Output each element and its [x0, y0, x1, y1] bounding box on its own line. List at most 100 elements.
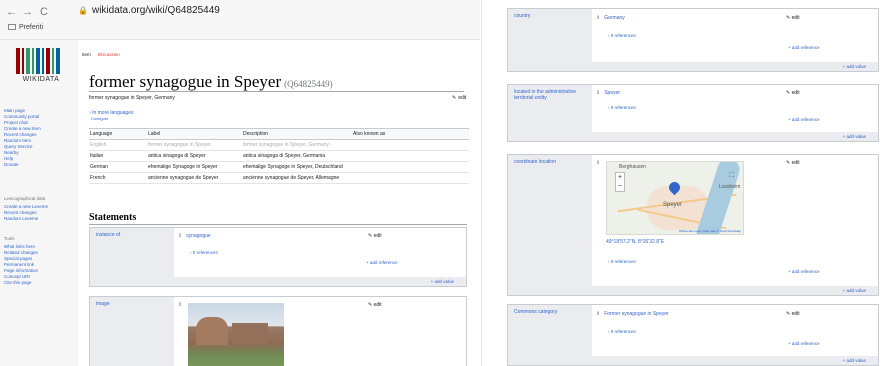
bookmarks-bar-item[interactable]: Preferiti [8, 24, 43, 31]
fullscreen-icon[interactable]: ⛶ [729, 172, 734, 180]
address-bar[interactable]: 🔒 wikidata.org/wiki/Q64825449 [78, 5, 220, 16]
edit-statement-link[interactable]: ✎ edit [786, 160, 800, 166]
value-link[interactable]: synagogue [186, 233, 210, 239]
page-title: former synagogue in Speyer (Q64825449) [89, 72, 333, 92]
back-button[interactable]: ← [6, 6, 17, 18]
edit-statement-link[interactable]: ✎ edit [368, 302, 382, 308]
edit-label: edit [791, 90, 800, 96]
references-toggle[interactable]: › 0 references [608, 105, 636, 110]
property-label[interactable]: instance of [90, 228, 174, 286]
sidebar-heading: Tools [4, 236, 15, 241]
screen-divider [481, 0, 482, 366]
references-toggle[interactable]: › 0 references [608, 259, 636, 264]
references-toggle[interactable]: › 0 references [608, 33, 636, 38]
item-id: (Q64825449) [284, 79, 333, 89]
property-label[interactable]: located in the administrative territoria… [508, 85, 592, 141]
page-title-text: former synagogue in Speyer [89, 72, 282, 91]
edit-statement-link[interactable]: ✎ edit [786, 15, 800, 21]
reload-button[interactable]: C [40, 6, 48, 18]
tab-item[interactable]: Item [82, 52, 91, 57]
edit-terms-link[interactable]: ✎ edit [452, 95, 466, 101]
value-link[interactable]: Speyer [604, 90, 620, 96]
forward-button[interactable]: → [22, 6, 33, 18]
sidebar-item[interactable]: Donate [4, 162, 76, 168]
wikidata-logo[interactable]: WIKIDATA [16, 48, 66, 83]
language-cell: Italian [89, 150, 147, 162]
table-row: English former synagogue in Speyer forme… [89, 139, 469, 151]
statement-value: ⇕ synagogue [178, 233, 211, 239]
sidebar-item[interactable]: Random Lexeme [4, 216, 76, 222]
statement-image: image ⇕ ✎ edit [89, 296, 467, 366]
column-header: Language [89, 128, 147, 140]
configure-link[interactable]: Configure [91, 116, 133, 122]
add-reference-link[interactable]: + add reference [788, 341, 820, 346]
item-description: former synagogue in Speyer, Germany [89, 95, 175, 101]
edit-label: edit [458, 95, 467, 101]
add-value-link[interactable]: + add value [592, 62, 878, 71]
map-zoom-control[interactable]: + − [615, 172, 625, 192]
bookmark-label: Preferiti [19, 24, 44, 31]
zoom-out-button[interactable]: − [616, 182, 624, 191]
edit-label: edit [373, 233, 382, 239]
browser-toolbar: ← → C 🔒 wikidata.org/wiki/Q64825449 Prefe… [0, 0, 480, 40]
statement-coordinate-location: coordinate location ⇕ + − ⛶ Speyer Bergha… [507, 154, 879, 296]
property-label[interactable]: country [508, 9, 592, 71]
map-attribution[interactable]: Wikimedia maps | Map data © OpenStreetMa… [679, 229, 741, 233]
edit-label: edit [791, 15, 800, 21]
column-header: Label [147, 128, 242, 140]
property-label[interactable]: Commons category [508, 305, 592, 365]
zoom-in-button[interactable]: + [616, 173, 624, 182]
references-toggle[interactable]: › 0 references [190, 250, 218, 255]
add-value-link[interactable]: + add value [592, 132, 878, 141]
folder-icon [8, 24, 16, 30]
value-link[interactable]: Former synagogue in Speyer [604, 311, 668, 317]
edit-statement-link[interactable]: ✎ edit [368, 233, 382, 239]
sidebar-tools: Tools What links here Related changes Sp… [4, 236, 76, 286]
value-link[interactable]: Germany [604, 15, 625, 21]
column-header: Also known as [352, 128, 469, 140]
sidebar-item[interactable]: Cite this page [4, 280, 76, 286]
add-reference-link[interactable]: + add reference [788, 117, 820, 122]
edit-statement-link[interactable]: ✎ edit [786, 311, 800, 317]
table-row: German ehemalige Synagoge in Speyer ehem… [89, 161, 469, 173]
add-reference-link[interactable]: + add reference [366, 260, 398, 265]
lock-icon: 🔒 [78, 6, 88, 15]
photo-ruin-wall [232, 323, 268, 345]
synagogue-photo[interactable] [188, 303, 284, 366]
references-toggle[interactable]: › 0 references [608, 329, 636, 334]
tab-discussion[interactable]: Discussion [98, 52, 120, 57]
language-cell: German [89, 161, 147, 173]
coordinate-value[interactable]: 49°18'57.2"N, 8°26'32.8"E [606, 239, 664, 245]
rank-icon[interactable]: ⇕ [596, 160, 600, 166]
statement-commons-category: Commons category ⇕ Former synagogue in Sp… [507, 304, 879, 366]
map-place-label: Berghausen [619, 164, 646, 170]
add-reference-link[interactable]: + add reference [788, 269, 820, 274]
add-value-link[interactable]: + add value [592, 356, 878, 365]
more-languages-toggle[interactable]: › In more languages Configure [89, 110, 133, 122]
edit-statement-link[interactable]: ✎ edit [786, 90, 800, 96]
language-cell: English [89, 139, 147, 151]
statement-country: country ⇕ Germany ✎ edit › 0 references +… [507, 8, 879, 72]
map-city-label: Speyer [663, 202, 683, 208]
logo-text: WIKIDATA [22, 76, 60, 83]
aliases-cell [352, 161, 469, 173]
aliases-cell [352, 172, 469, 184]
pencil-icon: ✎ [452, 95, 457, 101]
add-value-link[interactable]: + add value [592, 286, 878, 295]
label-cell: ehemalige Synagoge in Speyer [147, 161, 242, 173]
statement-instance-of: instance of ⇕ synagogue ✎ edit › 0 refere… [89, 227, 467, 287]
add-value-link[interactable]: + add value [174, 277, 466, 286]
add-reference-link[interactable]: + add reference [788, 45, 820, 50]
rank-icon[interactable]: ⇕ [178, 302, 182, 308]
rank-icon[interactable]: ⇕ [596, 311, 600, 317]
property-label[interactable]: coordinate location [508, 155, 592, 295]
statement-value: ⇕ Former synagogue in Speyer [596, 311, 669, 317]
property-label[interactable]: image [90, 297, 174, 366]
location-map[interactable]: + − ⛶ Speyer Berghausen Lussheim Wikimedi… [606, 161, 744, 235]
rank-icon[interactable]: ⇕ [596, 90, 600, 96]
rank-icon[interactable]: ⇕ [178, 233, 182, 239]
rank-icon[interactable]: ⇕ [596, 15, 600, 21]
screenshot-root: ← → C 🔒 wikidata.org/wiki/Q64825449 Prefe… [0, 0, 885, 366]
title-divider [89, 91, 464, 92]
table-row: Italian antica sinagoga di Speyer antica… [89, 150, 469, 162]
